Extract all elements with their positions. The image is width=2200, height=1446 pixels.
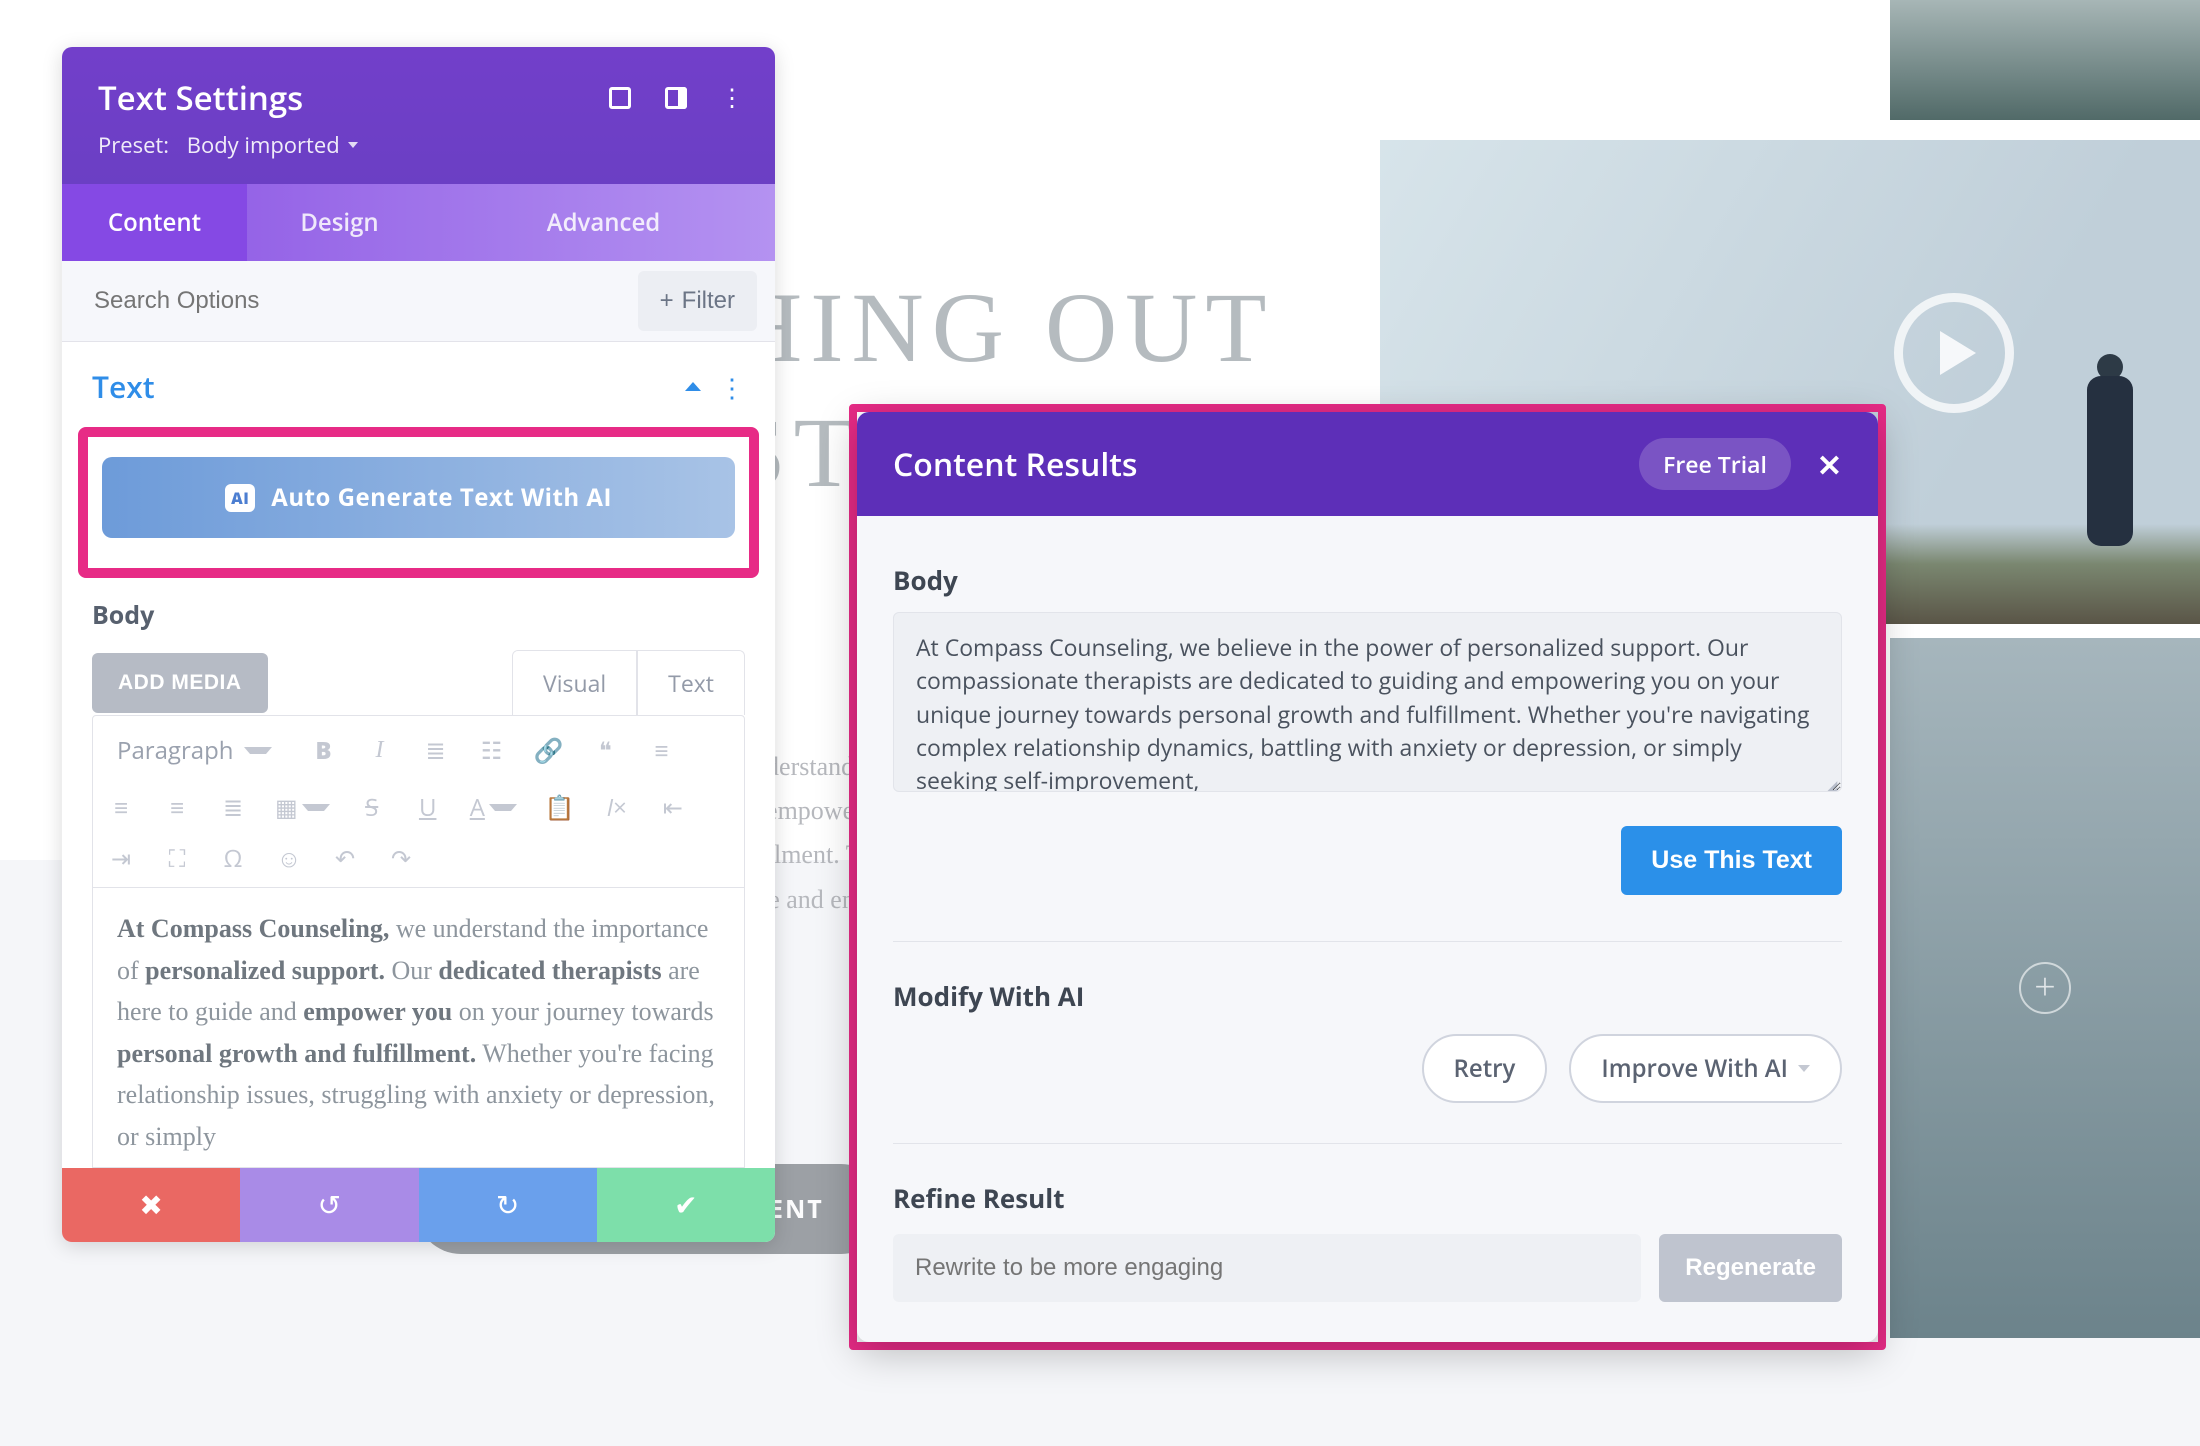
preset-selector[interactable]: Preset: Body imported [98, 130, 739, 160]
improve-with-ai-button[interactable]: Improve With AI [1569, 1034, 1842, 1103]
bullet-list-icon[interactable]: ≣ [422, 734, 450, 767]
filter-button[interactable]: +Filter [638, 271, 757, 331]
clear-format-icon[interactable]: I× [603, 791, 631, 824]
search-bar: +Filter [62, 261, 775, 342]
add-icon[interactable]: + [2019, 962, 2071, 1014]
omega-icon[interactable]: Ω [219, 842, 247, 875]
quote-icon[interactable]: ❝ [591, 734, 619, 767]
refine-result-label: Refine Result [893, 1180, 1842, 1216]
divider [893, 941, 1842, 942]
use-this-text-button[interactable]: Use This Text [1621, 826, 1842, 895]
tab-design[interactable]: Design [247, 184, 432, 261]
text-settings-panel: Text Settings Preset: Body imported Cont… [62, 47, 775, 1242]
indent-icon[interactable]: ⇥ [107, 842, 135, 875]
align-justify-icon[interactable]: ≣ [219, 791, 247, 824]
add-media-button[interactable]: ADD MEDIA [92, 653, 268, 713]
modal-header: Content Results Free Trial ✕ [857, 412, 1878, 516]
caret-down-icon [1798, 1065, 1810, 1072]
caret-down-icon [348, 142, 358, 148]
play-icon[interactable] [1894, 293, 2014, 413]
save-button[interactable]: ✔ [597, 1168, 775, 1242]
close-button[interactable]: ✖ [62, 1168, 240, 1242]
underline-icon[interactable]: U [414, 791, 442, 824]
align-left-icon[interactable]: ≡ [647, 734, 675, 767]
panel-footer-actions: ✖ ↺ ↻ ✔ [62, 1168, 775, 1242]
editor-toolbar: Paragraph B I ≣ ☷ 🔗 ❝ ≡ ≡ ≡ ≣ ▦ S U A 📋 … [92, 715, 745, 888]
editor-content[interactable]: At Compass Counseling, we understand the… [92, 888, 745, 1168]
section-header: Text [62, 342, 775, 427]
regenerate-button[interactable]: Regenerate [1659, 1234, 1842, 1302]
divider [893, 1143, 1842, 1144]
body-field-label: Body [62, 598, 775, 632]
undo-button[interactable]: ↺ [240, 1168, 418, 1242]
content-results-modal: Content Results Free Trial ✕ Body At Com… [857, 412, 1878, 1342]
redo-button[interactable]: ↻ [419, 1168, 597, 1242]
search-input[interactable] [62, 261, 638, 341]
editor-mode-text[interactable]: Text [637, 651, 744, 715]
text-color-icon[interactable]: A [470, 791, 517, 824]
panel-tabs: Content Design Advanced [62, 184, 775, 261]
strikethrough-icon[interactable]: S [358, 791, 386, 824]
link-icon[interactable]: 🔗 [534, 734, 564, 767]
block-format-select[interactable]: Paragraph [107, 728, 282, 773]
editor-undo-icon[interactable]: ↶ [331, 842, 359, 875]
caret-down-icon [244, 747, 272, 754]
emoji-icon[interactable]: ☺ [275, 842, 303, 875]
bold-icon[interactable]: B [310, 734, 338, 767]
align-center-icon[interactable]: ≡ [107, 791, 135, 824]
modify-with-ai-label: Modify With AI [893, 978, 1842, 1014]
tab-advanced[interactable]: Advanced [432, 184, 775, 261]
photo-tile-top [1890, 0, 2200, 120]
section-more-icon[interactable] [719, 369, 745, 405]
modal-title: Content Results [893, 443, 1137, 486]
plus-icon: + [660, 287, 674, 315]
expand-icon[interactable] [607, 85, 633, 111]
body-result-text[interactable]: At Compass Counseling, we believe in the… [893, 612, 1842, 792]
table-icon[interactable]: ▦ [275, 791, 330, 824]
refine-input[interactable] [893, 1234, 1641, 1302]
more-icon[interactable] [719, 85, 745, 111]
person-graphic [2065, 354, 2155, 564]
retry-button[interactable]: Retry [1422, 1034, 1548, 1103]
modal-close-icon[interactable]: ✕ [1817, 444, 1842, 485]
auto-generate-ai-button[interactable]: AI Auto Generate Text With AI [102, 457, 735, 538]
ai-chip-icon: AI [225, 484, 255, 512]
fullscreen-editor-icon[interactable]: ⛶ [163, 842, 191, 875]
editor-mode-visual[interactable]: Visual [513, 651, 637, 715]
body-result-label: Body [893, 562, 1842, 598]
photo-tile-bottom[interactable]: + [1890, 638, 2200, 1338]
collapse-icon[interactable] [685, 382, 701, 391]
outdent-icon[interactable]: ⇤ [659, 791, 687, 824]
dock-icon[interactable] [663, 85, 689, 111]
resize-handle-icon[interactable]: ◢ [1822, 772, 1838, 788]
section-title: Text [92, 366, 155, 407]
align-right-icon[interactable]: ≡ [163, 791, 191, 824]
panel-header: Text Settings Preset: Body imported [62, 47, 775, 184]
numbered-list-icon[interactable]: ☷ [478, 734, 506, 767]
italic-icon[interactable]: I [366, 737, 394, 764]
editor-redo-icon[interactable]: ↷ [387, 842, 415, 875]
paste-icon[interactable]: 📋 [545, 791, 575, 824]
highlighted-modal-area: Content Results Free Trial ✕ Body At Com… [849, 404, 1886, 1350]
highlighted-ai-button-area: AI Auto Generate Text With AI [78, 427, 759, 578]
free-trial-badge[interactable]: Free Trial [1639, 438, 1791, 490]
tab-content[interactable]: Content [62, 184, 247, 261]
